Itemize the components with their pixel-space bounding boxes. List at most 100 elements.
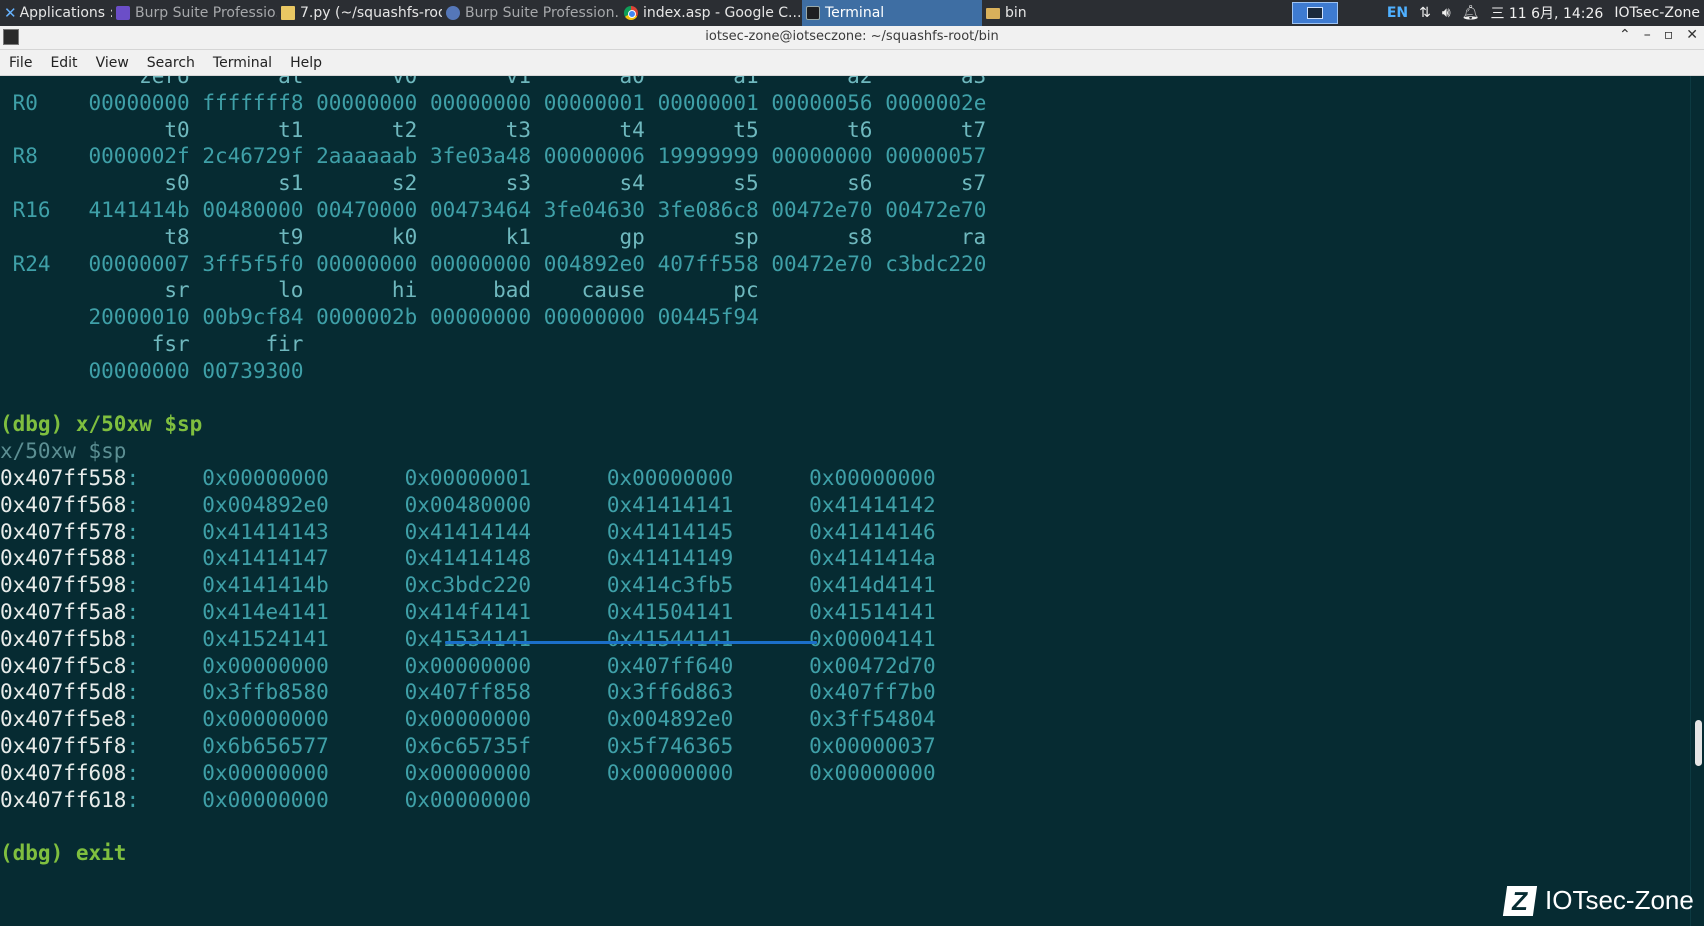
scrollbar-thumb[interactable]	[1695, 720, 1702, 766]
close-icon[interactable]: ✕	[1686, 27, 1698, 43]
taskbar-button-terminal[interactable]: Terminal	[802, 0, 982, 26]
colon: :	[126, 600, 140, 624]
exit-command: (dbg) exit	[0, 841, 127, 866]
register-names: sr lo hi bad cause pc	[0, 278, 759, 303]
tab	[329, 707, 405, 731]
scrollbar[interactable]	[1690, 76, 1704, 926]
memory-row: 0x407ff5d8: 0x3ffb8580 0x407ff858 0x3ff6…	[0, 678, 936, 707]
register-value: 2aaaaaab	[316, 144, 418, 169]
taskbar-button-bin[interactable]: bin	[982, 0, 1102, 26]
tab	[733, 707, 809, 731]
tab	[531, 627, 607, 651]
memory-row: 0x407ff5e8: 0x00000000 0x00000000 0x0048…	[0, 705, 936, 734]
menu-help[interactable]: Help	[281, 55, 331, 71]
memory-word: 0x41414149	[606, 546, 734, 571]
memory-row: 0x407ff5f8: 0x6b656577 0x6c65735f 0x5f74…	[0, 732, 936, 761]
register-names-row: s0 s1 s2 s3 s4 s5 s6 s7	[0, 169, 986, 198]
tab	[531, 707, 607, 731]
memory-word: 0x004892e0	[606, 707, 734, 732]
colon: :	[126, 734, 140, 758]
maximize-icon[interactable]: ▫	[1664, 27, 1674, 43]
keyboard-layout[interactable]: EN	[1387, 5, 1408, 21]
notification-bell-icon[interactable]: 🔔︎	[1462, 5, 1480, 21]
tab	[139, 680, 202, 704]
menu-view[interactable]: View	[87, 55, 138, 71]
menu-terminal[interactable]: Terminal	[204, 55, 281, 71]
minimize-icon[interactable]: –	[1644, 27, 1651, 43]
memory-word: 0x41514141	[809, 600, 936, 624]
register-value: 00000000	[543, 305, 645, 330]
taskbar-button-burp-2[interactable]: Burp Suite Profession...	[442, 0, 620, 26]
memory-word: 0x41414142	[809, 492, 936, 517]
memory-row: 0x407ff608: 0x00000000 0x00000000 0x0000…	[0, 759, 936, 788]
memory-word: 0x414d4141	[809, 573, 936, 598]
colon: :	[126, 680, 140, 705]
menu-file[interactable]: File	[0, 55, 41, 71]
window-titlebar[interactable]: iotsec-zone@iotseczone: ~/squashfs-root/…	[0, 26, 1704, 50]
colon: :	[126, 492, 140, 517]
register-row-label: R0	[0, 90, 76, 115]
tab	[139, 761, 202, 785]
register-values-row: 00000000 00739300	[0, 357, 304, 386]
register-value: 00000001	[543, 90, 645, 115]
command-echo-line: x/50xw $sp	[0, 437, 126, 466]
register-names-row: fsr fir	[0, 330, 304, 359]
watermark-logo: Z	[1502, 885, 1538, 916]
shade-icon[interactable]: ⌃	[1619, 27, 1631, 43]
memory-word: 0x00472d70	[809, 653, 936, 678]
menu-edit[interactable]: Edit	[41, 55, 86, 71]
register-names-row: sr lo hi bad cause pc	[0, 276, 759, 305]
tab	[733, 654, 809, 678]
register-values-row: R16 4141414b 00480000 00470000 00473464 …	[0, 196, 987, 225]
memory-word: 0x407ff7b0	[809, 680, 936, 705]
command-echo: x/50xw $sp	[0, 439, 127, 464]
memory-word: 0x41504141	[606, 600, 734, 624]
network-icon[interactable]: ⇅	[1419, 5, 1431, 21]
tab	[531, 520, 607, 544]
menu-search[interactable]: Search	[138, 55, 204, 71]
register-values-row: 20000010 00b9cf84 0000002b 00000000 0000…	[0, 303, 759, 332]
register-value: 00000000	[316, 90, 418, 115]
memory-word: 0x00000000	[606, 760, 734, 785]
memory-word: 0x00004141	[809, 626, 936, 651]
tab	[139, 707, 202, 731]
tab	[733, 546, 809, 570]
taskbar-button-burp-1[interactable]: Burp Suite Professio...	[112, 0, 277, 26]
memory-word: 0x41414147	[202, 546, 329, 571]
register-value: 19999999	[657, 144, 759, 169]
workspace-switcher[interactable]	[1292, 2, 1338, 24]
tab	[733, 466, 809, 490]
tab	[139, 600, 202, 624]
colon: :	[126, 546, 140, 571]
memory-word: 0x00000037	[809, 734, 936, 758]
memory-row: 0x407ff618: 0x00000000 0x00000000	[0, 786, 531, 815]
register-value: fffffff8	[202, 90, 304, 115]
volume-icon[interactable]: 🔊︎	[1442, 5, 1451, 21]
user-name[interactable]: IOTsec-Zone	[1614, 5, 1700, 21]
memory-word: 0x00000000	[404, 707, 532, 732]
register-value: 00000000	[88, 358, 190, 383]
clock[interactable]: 三 11 6月, 14:26	[1490, 3, 1603, 23]
tab	[531, 546, 607, 570]
register-value: 00473464	[429, 198, 532, 222]
taskbar-button-editor[interactable]: 7.py (~/squashfs-roo...	[277, 0, 442, 26]
register-row-label: R24	[0, 251, 76, 276]
memory-word: 0x414c3fb5	[606, 573, 734, 598]
tab	[531, 734, 607, 758]
memory-row: 0x407ff598: 0x4141414b 0xc3bdc220 0x414c…	[0, 571, 936, 600]
register-value: 00000057	[885, 144, 987, 169]
memory-address: 0x407ff5f8	[0, 734, 127, 758]
terminal-output[interactable]: zero at v0 v1 a0 a1 a2 a3 R0 00000000 ff…	[0, 76, 1690, 926]
applications-menu[interactable]: ✕ Applications :	[0, 0, 112, 26]
taskbar-button-chrome[interactable]: index.asp - Google C...	[620, 0, 802, 26]
